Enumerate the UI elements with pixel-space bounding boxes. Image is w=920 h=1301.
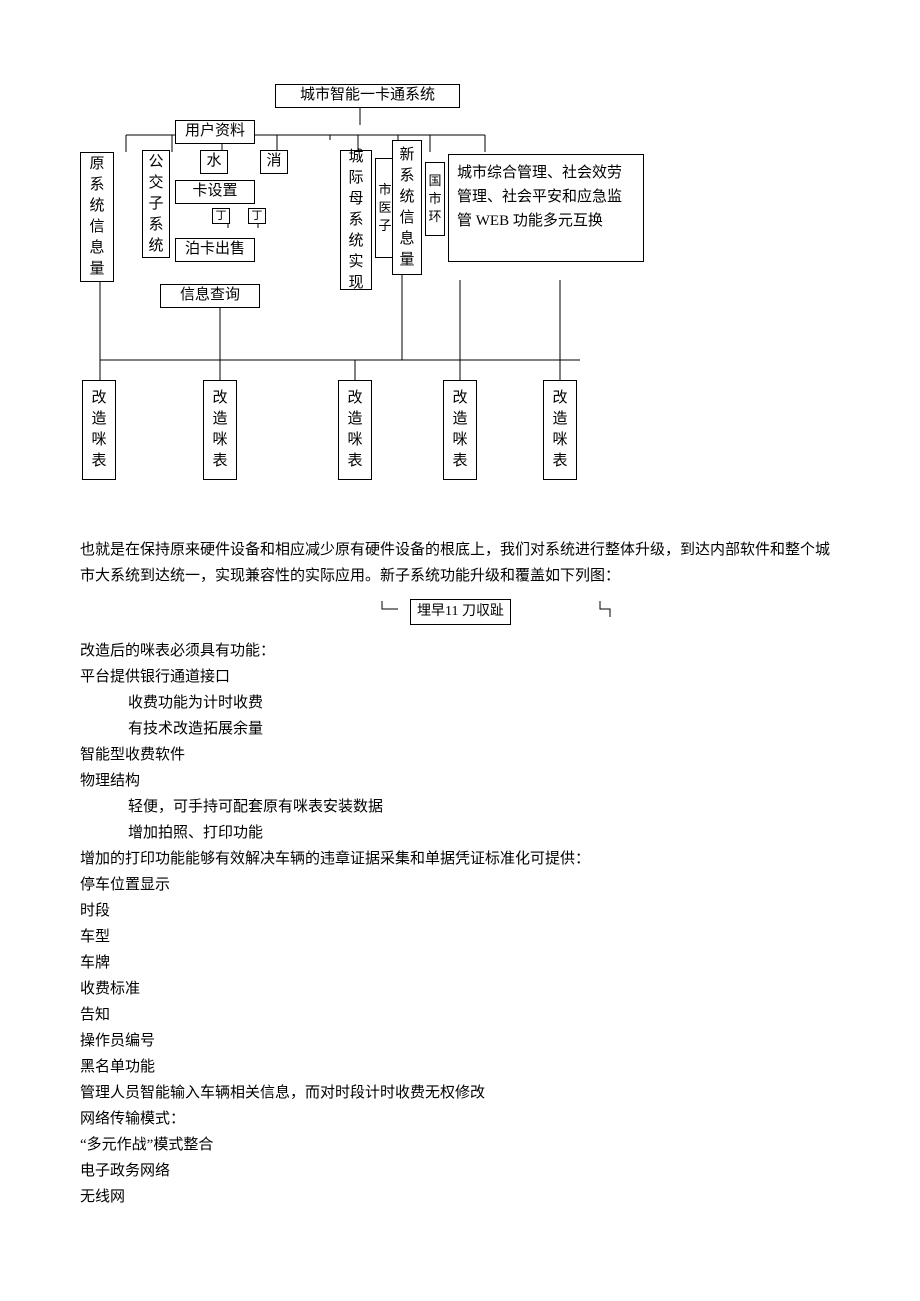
box-new-system-info: 新系统信息量	[392, 140, 422, 275]
line-plate: 车牌	[80, 951, 840, 975]
box-transform-3: 改造咪表	[338, 380, 372, 480]
box-transform-4: 改造咪表	[443, 380, 477, 480]
line-print-benefit: 增加的打印功能能够有效解决车辆的违章证据采集和单据凭证标准化可提供：	[80, 847, 840, 871]
diagram-title: 城市智能一卡通系统	[275, 84, 460, 108]
top-diagram: 城市智能一卡通系统 用户资料 原系统信息量 公交子系统 水 消 卡设置 丁 丁 …	[80, 80, 660, 530]
box-intercity-mother: 城际母系统实现	[340, 150, 372, 290]
line-notice: 告知	[80, 1003, 840, 1027]
line-operator-id: 操作员编号	[80, 1029, 840, 1053]
box-user-data: 用户资料	[175, 120, 255, 144]
box-bus-subsystem: 公交子系统	[142, 150, 170, 258]
line-portable: 轻便，可手持可配套原有咪表安装数据	[80, 795, 840, 819]
line-fee-standard: 收费标准	[80, 977, 840, 1001]
box-water: 水	[200, 150, 228, 174]
line-requirements-heading: 改造后的咪表必须具有功能：	[80, 639, 840, 663]
line-parking-display: 停车位置显示	[80, 873, 840, 897]
line-egov-network: 电子政务网络	[80, 1159, 840, 1183]
line-multi-combat: “多元作战”模式整合	[80, 1133, 840, 1157]
mini-diagram: 埋早11 刀収趾	[80, 597, 840, 627]
box-card-setting: 卡设置	[175, 180, 255, 204]
line-bank-interface: 平台提供银行通道接口	[80, 665, 840, 689]
box-fire: 消	[260, 150, 288, 174]
box-right-description: 城市综合管理、社会效劳管理、社会平安和应急监管 WEB 功能多元互换	[448, 154, 644, 262]
box-small-2: 丁	[248, 208, 266, 224]
body-content: 也就是在保持原来硬件设备和相应减少原有硬件设备的根底上，我们对系统进行整体升级，…	[0, 538, 920, 1251]
line-period: 时段	[80, 899, 840, 923]
line-photo-print: 增加拍照、打印功能	[80, 821, 840, 845]
line-vehicle-type: 车型	[80, 925, 840, 949]
line-physical-structure: 物理结构	[80, 769, 840, 793]
line-blacklist: 黑名单功能	[80, 1055, 840, 1079]
line-network-mode: 网络传输模式：	[80, 1107, 840, 1131]
line-manager-note: 管理人员智能输入车辆相关信息，而对时段计时收费无权修改	[80, 1081, 840, 1105]
box-transform-1: 改造咪表	[82, 380, 116, 480]
box-transform-2: 改造咪表	[203, 380, 237, 480]
box-info-query: 信息查询	[160, 284, 260, 308]
line-wireless: 无线网	[80, 1185, 840, 1209]
box-guo-shi-huan: 国市环	[425, 162, 445, 236]
line-expansion-margin: 有技术改造拓展余量	[80, 717, 840, 741]
line-smart-software: 智能型收费软件	[80, 743, 840, 767]
box-card-sale: 泊卡出售	[175, 238, 255, 262]
box-original-system-info: 原系统信息量	[80, 152, 114, 282]
box-small-1: 丁	[212, 208, 230, 224]
box-transform-5: 改造咪表	[543, 380, 577, 480]
mini-box-label: 埋早11 刀収趾	[410, 599, 511, 625]
line-timed-fee: 收费功能为计时收费	[80, 691, 840, 715]
paragraph-intro: 也就是在保持原来硬件设备和相应减少原有硬件设备的根底上，我们对系统进行整体升级，…	[80, 538, 840, 589]
